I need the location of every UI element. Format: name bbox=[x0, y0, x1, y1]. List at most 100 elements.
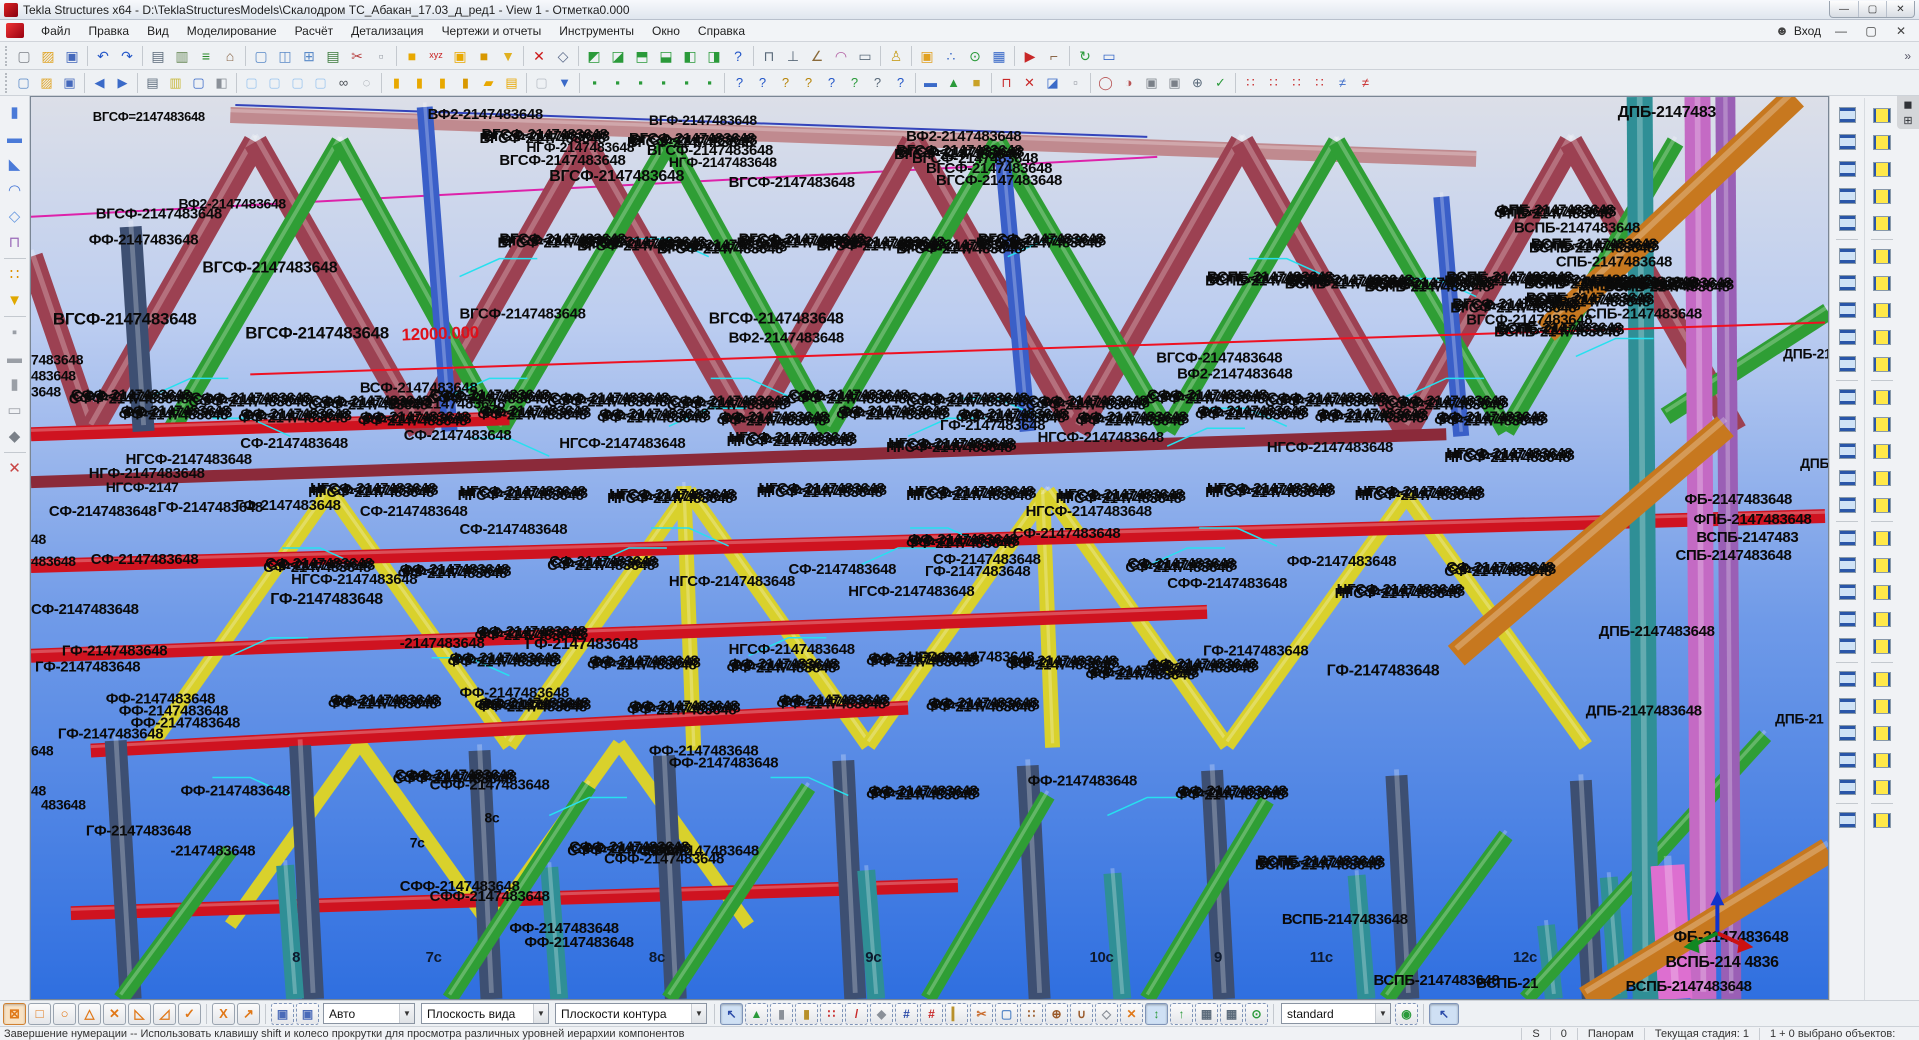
menu-детализация[interactable]: Детализация bbox=[342, 22, 432, 40]
connection-component-button[interactable] bbox=[1833, 465, 1861, 491]
connection-component-button[interactable] bbox=[1833, 102, 1861, 128]
inquire-bolt-button[interactable]: ? bbox=[797, 72, 820, 93]
forward-button[interactable]: ▶ bbox=[111, 72, 134, 93]
select-x-button[interactable]: ✕ bbox=[1120, 1002, 1143, 1025]
steel-curved-beam-button[interactable]: ◠ bbox=[2, 178, 28, 203]
fit-model-button[interactable]: ⬒ bbox=[630, 45, 654, 67]
screen-2-button[interactable]: ▮ bbox=[408, 72, 431, 93]
connection-component-button[interactable] bbox=[1833, 156, 1861, 182]
xyz-button[interactable]: xyz bbox=[424, 45, 448, 67]
inquire-object-button[interactable]: ? bbox=[728, 72, 751, 93]
snap-3-button[interactable]: ▪ bbox=[629, 72, 652, 93]
redo-button[interactable]: ↷ bbox=[115, 45, 139, 67]
connection-component-button[interactable] bbox=[1868, 243, 1896, 269]
connection-component-button[interactable] bbox=[1868, 807, 1896, 833]
snap-depth-button[interactable]: X bbox=[212, 1002, 235, 1025]
steel-beam-button[interactable]: ▬ bbox=[2, 126, 28, 151]
speak-button[interactable]: ◧ bbox=[210, 72, 233, 93]
connection-component-button[interactable] bbox=[1868, 270, 1896, 296]
bolt-pair-button[interactable]: ⊕ bbox=[1186, 72, 1209, 93]
open2-button[interactable]: ▨ bbox=[35, 72, 58, 93]
connection-component-button[interactable] bbox=[1833, 129, 1861, 155]
tan-box-button[interactable]: ■ bbox=[965, 72, 988, 93]
white-box-button[interactable]: ▢ bbox=[530, 72, 553, 93]
hash-blue-button[interactable]: ≠ bbox=[1331, 72, 1354, 93]
select-blocks-down-button[interactable]: ▦ bbox=[1195, 1002, 1218, 1025]
window-new-button[interactable]: ▢ bbox=[12, 72, 35, 93]
screen-1-button[interactable]: ▮ bbox=[385, 72, 408, 93]
minimize-button[interactable]: — bbox=[1830, 1, 1858, 17]
connection-component-button[interactable] bbox=[1868, 324, 1896, 350]
plane-angle-button[interactable]: ∠ bbox=[805, 45, 829, 67]
snap-points-button[interactable]: □ bbox=[28, 1002, 51, 1025]
lot-calendar-button[interactable]: ▦ bbox=[987, 45, 1011, 67]
work-plane-combo[interactable]: Плоскость вида ▼ bbox=[421, 1003, 549, 1024]
select-candle-button[interactable]: ▎ bbox=[945, 1002, 968, 1025]
contour-plate-button[interactable]: ◇ bbox=[2, 204, 28, 229]
connection-component-button[interactable] bbox=[1868, 438, 1896, 464]
select-blocks-up-button[interactable]: ▦ bbox=[1220, 1002, 1243, 1025]
concrete-pad-button[interactable]: ▪ bbox=[2, 320, 28, 345]
select-rect-button[interactable]: ▢ bbox=[995, 1002, 1018, 1025]
circle-2-button[interactable]: ◑ bbox=[1117, 72, 1140, 93]
model-3d-scene[interactable]: ВГСФ-2147483648ВГСФ-2147483648ВГСФ-21474… bbox=[31, 97, 1828, 999]
connection-component-button[interactable] bbox=[1833, 210, 1861, 236]
stamp-1-button[interactable]: ▣ bbox=[1140, 72, 1163, 93]
connection-component-button[interactable] bbox=[1868, 297, 1896, 323]
worker-button[interactable]: ♙ bbox=[884, 45, 908, 67]
connection-component-button[interactable] bbox=[1868, 210, 1896, 236]
copy-object-button[interactable]: ▣ bbox=[915, 45, 939, 67]
connection-component-button[interactable] bbox=[1868, 102, 1896, 128]
connection-component-button[interactable] bbox=[1833, 411, 1861, 437]
grid-view-button[interactable]: ⊞ bbox=[297, 45, 321, 67]
concrete-beam-button[interactable]: ▭ bbox=[2, 398, 28, 423]
weld-button[interactable]: ▼ bbox=[2, 288, 28, 313]
view-tools-flyout[interactable]: ◼ ⊞ bbox=[1897, 96, 1919, 129]
fence-button[interactable]: ▫ bbox=[369, 45, 393, 67]
menu-расч-т[interactable]: Расчёт bbox=[286, 22, 343, 40]
login-button[interactable]: ☻ Вход bbox=[1775, 23, 1821, 38]
snap-1-button[interactable]: ▪ bbox=[583, 72, 606, 93]
screen-list-button[interactable]: ▤ bbox=[500, 72, 523, 93]
copy-button[interactable]: ▤ bbox=[146, 45, 170, 67]
connection-component-button[interactable] bbox=[1833, 666, 1861, 692]
pan-button[interactable]: ⬓ bbox=[654, 45, 678, 67]
fit-selected-button[interactable]: ◪ bbox=[606, 45, 630, 67]
select-clamp-button[interactable]: ∪ bbox=[1070, 1002, 1093, 1025]
snap-cross-button[interactable]: ✕ bbox=[103, 1002, 126, 1025]
copy-list-button[interactable]: ▤ bbox=[141, 72, 164, 93]
red-frame-button[interactable]: ⊓ bbox=[995, 72, 1018, 93]
save-model-button[interactable]: ▣ bbox=[60, 45, 84, 67]
tree-green-button[interactable]: ▲ bbox=[942, 72, 965, 93]
select-assemblies-button[interactable]: ∷ bbox=[1020, 1002, 1043, 1025]
binoculars-button[interactable]: ∞ bbox=[332, 72, 355, 93]
snap-4-button[interactable]: ▪ bbox=[652, 72, 675, 93]
selection-filter-combo[interactable]: standard ▼ bbox=[1281, 1003, 1391, 1024]
undo-button[interactable]: ↶ bbox=[91, 45, 115, 67]
connection-component-button[interactable] bbox=[1833, 807, 1861, 833]
phase-clock-button[interactable]: ⊙ bbox=[963, 45, 987, 67]
pour-break-button[interactable]: ✕ bbox=[2, 456, 28, 481]
steel-column-button[interactable]: ▮ bbox=[2, 100, 28, 125]
stamp-2-button[interactable]: ▣ bbox=[1163, 72, 1186, 93]
connection-component-button[interactable] bbox=[1868, 552, 1896, 578]
refresh-button[interactable]: ↻ bbox=[1073, 45, 1097, 67]
connection-component-button[interactable] bbox=[1833, 579, 1861, 605]
connection-component-button[interactable] bbox=[1833, 351, 1861, 377]
help-pointer-button[interactable]: ? bbox=[726, 45, 750, 67]
doc-button[interactable]: ▢ bbox=[187, 72, 210, 93]
select-grid-line-button[interactable]: # bbox=[920, 1002, 943, 1025]
menu-моделирование[interactable]: Моделирование bbox=[178, 22, 286, 40]
slab-table-button[interactable]: ⊓ bbox=[2, 230, 28, 255]
snap-check-button[interactable]: ✓ bbox=[178, 1002, 201, 1025]
connection-component-button[interactable] bbox=[1833, 270, 1861, 296]
connection-component-button[interactable] bbox=[1868, 633, 1896, 659]
screen-3-button[interactable]: ▮ bbox=[431, 72, 454, 93]
dotted-square-button[interactable]: ▫ bbox=[1064, 72, 1087, 93]
menu-окно[interactable]: Окно bbox=[643, 22, 689, 40]
delete-button[interactable]: ✕ bbox=[527, 45, 551, 67]
snap-mid-button[interactable]: ◿ bbox=[153, 1002, 176, 1025]
connection-component-button[interactable] bbox=[1868, 693, 1896, 719]
select-parts-button[interactable]: ▮ bbox=[770, 1002, 793, 1025]
menu-инструменты[interactable]: Инструменты bbox=[550, 22, 643, 40]
